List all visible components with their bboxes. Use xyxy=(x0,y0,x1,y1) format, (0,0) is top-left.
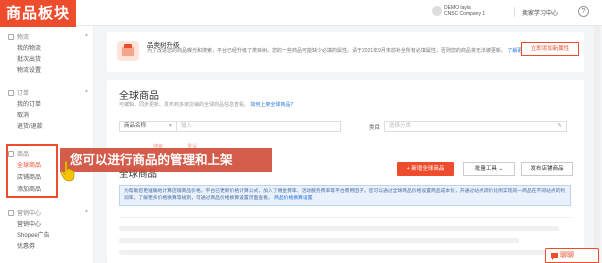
chevron-down-icon: ▼ xyxy=(168,123,173,129)
chevron-up-icon: ▲ xyxy=(84,88,89,94)
page-title: 全球商品 xyxy=(119,91,159,102)
top-bar: DEMO layla CNSC Company 1 卖家学习中心 ? xyxy=(0,0,602,26)
chevron-up-icon: ▲ xyxy=(84,32,89,38)
sidebar-item-marketing-centre[interactable]: 营销中心 xyxy=(17,219,41,228)
price-settings-link[interactable]: 商品价格换算设置 xyxy=(274,196,312,201)
category-upgrade-notice: 品类树升级 为了改进您的商品曝光和搜索，平台已经升级了类目树。您的一些商品可能缺… xyxy=(107,32,584,72)
price-info-banner: 为帮助您更准确地计算店铺商品价格，平台已更新价格计算公式，加入了佣金费率、活动服… xyxy=(119,185,571,206)
loading-row xyxy=(119,250,549,255)
page: DEMO layla CNSC Company 1 卖家学习中心 ? 物流 ▲ … xyxy=(0,0,602,263)
chat-button[interactable]: 聊聊 xyxy=(545,248,599,263)
notice-text: 为了改进您的商品曝光和搜索，平台已经升级了类目树。您的一些商品可能缺少必填的属性… xyxy=(147,48,528,54)
chat-icon xyxy=(551,253,558,260)
chevron-down-icon: ⌄ xyxy=(498,166,504,172)
sidebar-item-cancellations[interactable]: 取消 xyxy=(17,110,29,119)
page-scrollbar[interactable] xyxy=(594,26,600,263)
category-label: 类目 xyxy=(369,125,381,131)
category-select[interactable]: 选择分类 ✎ xyxy=(384,121,567,132)
search-input[interactable]: 输入 xyxy=(177,121,341,132)
section-title-tag: 商品板块 xyxy=(0,0,76,27)
tab-divider xyxy=(119,217,571,218)
loading-row xyxy=(119,238,519,243)
sidebar-item-returns[interactable]: 退货/退款 xyxy=(17,121,43,130)
avatar[interactable] xyxy=(432,6,442,16)
topbar-divider xyxy=(514,7,515,17)
how-to-list-link[interactable]: 如何上架全球商品? xyxy=(250,102,293,108)
bulk-tools-button[interactable]: 批量工具 ⌄ xyxy=(463,162,515,176)
sidebar-item-logistics-settings[interactable]: 物流设置 xyxy=(17,65,41,74)
marketing-icon xyxy=(8,210,14,216)
sidebar-item-batch-shipping[interactable]: 批次出货 xyxy=(17,54,41,63)
publish-shop-product-button[interactable]: 发布店铺商品 xyxy=(521,162,573,176)
highlight-frame xyxy=(6,144,58,198)
sidebar-group-orders[interactable]: 订单 ▲ xyxy=(8,88,89,97)
add-attributes-button[interactable]: 立即添加新属性 xyxy=(521,42,579,56)
account-company: CNSC Company 1 xyxy=(444,11,486,17)
sidebar-group-marketing[interactable]: 营销中心 ▲ xyxy=(8,208,89,217)
sidebar-group-logistics[interactable]: 物流 ▲ xyxy=(8,32,89,41)
tutorial-caption: 您可以进行商品的管理和上架 xyxy=(60,148,272,172)
search-field-select[interactable]: 商品名称 ▼ xyxy=(119,121,177,132)
help-icon[interactable]: ? xyxy=(578,6,589,17)
add-global-product-button[interactable]: + 新增全球商品 xyxy=(397,162,454,176)
hand-cursor-icon xyxy=(60,160,75,182)
sidebar-item-shopee-ads[interactable]: Shopee广告 xyxy=(17,230,50,239)
edit-icon: ✎ xyxy=(557,123,562,129)
chevron-up-icon: ▲ xyxy=(84,208,89,214)
sidebar-item-my-logistics[interactable]: 我的物流 xyxy=(17,43,41,52)
seller-center-link[interactable]: 卖家学习中心 xyxy=(522,8,558,17)
loading-row xyxy=(119,226,559,231)
account-info[interactable]: DEMO layla CNSC Company 1 xyxy=(444,5,485,17)
sidebar-item-my-orders[interactable]: 我的订单 xyxy=(17,99,41,108)
order-icon xyxy=(8,90,14,96)
notice-illustration-icon xyxy=(117,41,139,61)
sidebar-item-vouchers[interactable]: 优惠券 xyxy=(17,241,35,250)
truck-icon xyxy=(8,34,14,40)
page-subtitle: 可编辑、同步更新、发布到多家店铺的全球商品信息查看。 如何上架全球商品? xyxy=(119,102,294,108)
